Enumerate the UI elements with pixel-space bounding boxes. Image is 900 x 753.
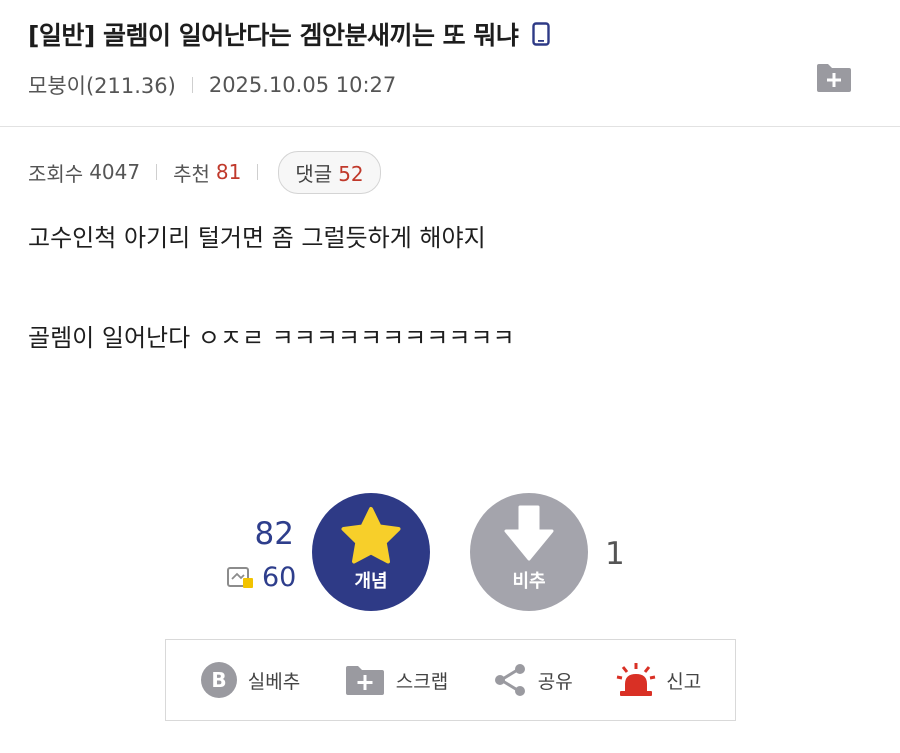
stats-divider <box>156 164 158 180</box>
fixed-user-icon <box>227 566 253 588</box>
author-nick[interactable]: 모붕이(211.36) <box>28 70 176 100</box>
upvote-label: 개념 <box>354 571 388 592</box>
comments-count: 52 <box>338 161 364 186</box>
best-recommend-button[interactable]: B 실베추 <box>200 661 300 699</box>
post-datetime: 2025.10.05 10:27 <box>208 73 397 97</box>
folder-plus-icon <box>345 666 384 695</box>
post-action-bar: B 실베추 스크랩 공유 신고 <box>165 639 736 721</box>
arrow-down-icon <box>504 505 554 561</box>
recommend-label: 추천 <box>173 161 210 186</box>
post-meta: 모붕이(211.36) 2025.10.05 10:27 <box>28 68 396 102</box>
stats-divider <box>257 164 259 180</box>
recommend-count: 81 <box>215 160 242 184</box>
views-label: 조회수 <box>28 161 84 186</box>
report-button[interactable]: 신고 <box>616 662 701 698</box>
fixed-user-count: 60 <box>262 562 297 593</box>
share-button[interactable]: 공유 <box>492 662 573 698</box>
meta-divider <box>191 77 193 93</box>
share-icon <box>494 664 525 696</box>
downvote-button[interactable]: 비추 <box>470 493 588 611</box>
siren-icon <box>616 663 656 696</box>
svg-text:B: B <box>211 668 226 692</box>
header-divider <box>0 126 900 127</box>
up-vote-count: 82 <box>254 516 294 552</box>
folder-add-icon[interactable] <box>815 62 853 94</box>
share-label: 공유 <box>537 670 573 693</box>
comment-count-button[interactable]: 댓글 52 <box>278 150 381 194</box>
post-title: [일반] 골렘이 일어난다는 겜안분새끼는 또 뭐냐 <box>28 21 519 50</box>
scrap-button[interactable]: 스크랩 <box>344 663 448 697</box>
scrap-label: 스크랩 <box>395 670 449 693</box>
mobile-phone-icon <box>532 22 551 46</box>
post-header: [일반] 골렘이 일어난다는 겜안분새끼는 또 뭐냐 <box>28 14 551 54</box>
down-vote-count: 1 <box>605 536 625 572</box>
comments-label: 댓글 <box>295 161 333 186</box>
fixed-user-votes: 60 <box>226 562 296 593</box>
star-icon <box>341 507 401 564</box>
downvote-label: 비추 <box>512 571 546 592</box>
best-recommend-label: 실베추 <box>247 670 301 693</box>
upvote-button[interactable]: 개념 <box>312 493 430 611</box>
report-label: 신고 <box>666 670 702 693</box>
b-circle-icon: B <box>200 662 237 698</box>
post-body-line: 고수인척 아기리 털거면 좀 그럴듯하게 해야지 <box>28 224 486 252</box>
post-body-line: 골렘이 일어난다 ㅇㅈㄹ ㅋㅋㅋㅋㅋㅋㅋㅋㅋㅋㅋ <box>28 324 515 352</box>
views-count: 4047 <box>89 160 141 184</box>
post-stats: 조회수 4047 추천 81 댓글 52 <box>28 150 381 194</box>
